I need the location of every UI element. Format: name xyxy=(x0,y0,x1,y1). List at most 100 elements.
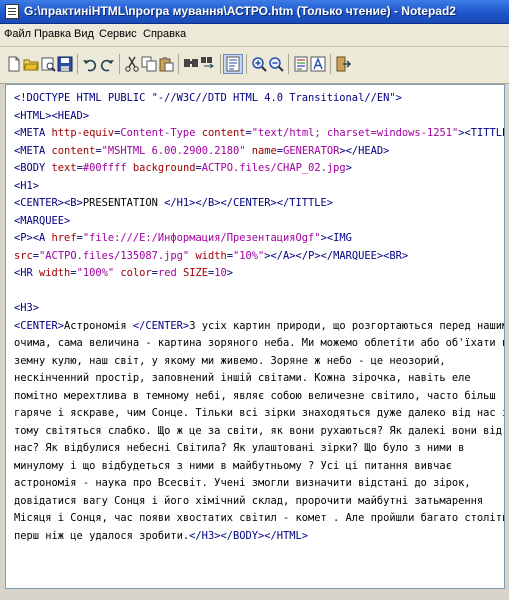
menu-tools[interactable]: Сервис xyxy=(99,28,137,40)
code-token: </CENTER> xyxy=(132,319,190,332)
code-token: width xyxy=(39,267,71,279)
code-token: ><TITTLE> xyxy=(458,127,504,139)
code-line: src="АСТРО.files/135087.jpg" width="10%"… xyxy=(14,248,504,266)
word-wrap-icon[interactable] xyxy=(223,54,243,74)
font-icon[interactable] xyxy=(310,56,326,72)
code-line: <HTML><HEAD> xyxy=(14,108,504,126)
code-token: <BODY xyxy=(14,162,52,174)
code-line: гаряче і яскраве, чим Сонце. Тільки всі … xyxy=(14,405,504,423)
code-token: З усіх картин природи, що розгортаються … xyxy=(189,319,505,332)
code-token: SIZE xyxy=(182,267,209,279)
code-line: <META http-equiv=Content-Type content="t… xyxy=(14,125,504,143)
code-token: "text/html; charset=windows-1251" xyxy=(251,127,459,139)
cut-icon[interactable] xyxy=(124,56,140,72)
code-token: тому світяться слабко. Що ж це за світи,… xyxy=(14,424,502,437)
title-bar: G:\практиніHTML\програ мування\АСТРО.htm… xyxy=(0,0,509,24)
menu-help[interactable]: Справка xyxy=(143,28,186,40)
code-token: <MARQUEE> xyxy=(14,214,71,227)
code-token: минулому і що відбудеться з ними в майбу… xyxy=(14,459,452,472)
scheme-icon[interactable] xyxy=(293,56,309,72)
code-token: астрономія - наука про Всесвіт. Учені зм… xyxy=(14,477,471,489)
code-line: <CENTER>Астрономія </CENTER>З усіх карти… xyxy=(14,318,504,336)
menu-file[interactable]: Файл xyxy=(4,28,31,40)
code-token: background xyxy=(132,162,196,174)
code-token: #00ffff xyxy=(82,162,127,174)
code-token: "100%" xyxy=(76,267,115,279)
code-token: content xyxy=(51,144,96,157)
open-icon[interactable] xyxy=(23,56,39,72)
code-token: "file:///E:/Информация/ПрезентацияOgf" xyxy=(82,232,321,244)
source-code: <!DOCTYPE HTML PUBLIC "-//W3C//DTD HTML … xyxy=(14,90,504,545)
redo-icon[interactable] xyxy=(99,56,115,72)
code-token: width xyxy=(195,249,227,262)
find-icon[interactable] xyxy=(183,56,199,72)
code-token: <HTML><HEAD> xyxy=(14,109,90,122)
copy-icon[interactable] xyxy=(141,56,157,72)
code-token: Місяця і Сонця, час появи хвостатих світ… xyxy=(14,512,505,524)
code-token: PRESENTATION xyxy=(82,197,165,209)
undo-icon[interactable] xyxy=(82,56,98,72)
code-line: нескінченний простір, заповнений іншій с… xyxy=(14,370,504,388)
code-token: src xyxy=(14,249,33,262)
code-token: <CENTER> xyxy=(14,319,65,332)
new-icon[interactable] xyxy=(6,56,22,72)
code-line: <!DOCTYPE HTML PUBLIC "-//W3C//DTD HTML … xyxy=(14,90,504,108)
menu-view[interactable]: Вид xyxy=(74,28,94,40)
code-token: "MSHTML 6.00.2900.2180" xyxy=(101,144,246,157)
code-line: земну кулю, наш світ, у якому ми живемо.… xyxy=(14,353,504,371)
code-line: <P><A href="file:///E:/Информация/Презен… xyxy=(14,230,504,248)
code-line: <HR width="100%" color=red SIZE=10> xyxy=(14,265,504,283)
editor-text-area[interactable]: <!DOCTYPE HTML PUBLIC "-//W3C//DTD HTML … xyxy=(5,84,505,589)
code-line: Місяця і Сонця, час появи хвостатих світ… xyxy=(14,510,504,528)
code-token: ></HEAD> xyxy=(339,144,390,157)
code-token: очима, сама величина - картина зоряного … xyxy=(14,337,505,349)
code-token: <CENTER><B> xyxy=(14,197,83,209)
zoom-out-icon[interactable] xyxy=(268,56,284,72)
browse-icon[interactable] xyxy=(40,56,56,72)
code-token: 10 xyxy=(214,267,227,279)
code-token: ><IMG xyxy=(320,232,352,244)
code-line: тому світяться слабко. Що ж це за світи,… xyxy=(14,423,504,441)
code-token: <H3> xyxy=(14,302,40,314)
code-line: <META content="MSHTML 6.00.2900.2180" na… xyxy=(14,143,504,161)
code-token: </H3></BODY></HTML> xyxy=(189,529,309,542)
menu-bar: Файл Правка Вид Сервис Справка xyxy=(0,24,509,47)
code-line: астрономія - наука про Всесвіт. Учені зм… xyxy=(14,475,504,493)
code-token: помітно мерехтлива в темному небі, являє… xyxy=(14,389,496,402)
notepad-app-icon[interactable] xyxy=(5,4,19,19)
code-line: довідатися вагу Сонця і його хімічний ск… xyxy=(14,493,504,511)
code-line: <H3> xyxy=(14,300,504,318)
replace-icon[interactable] xyxy=(200,56,216,72)
code-token: АСТРО.files/CHAP_02.jpg xyxy=(201,162,346,174)
code-token: ></A></P></MARQUEE><BR> xyxy=(264,249,409,262)
code-line: очима, сама величина - картина зоряного … xyxy=(14,335,504,353)
code-token: земну кулю, наш світ, у якому ми живемо.… xyxy=(14,354,446,367)
code-token: text xyxy=(51,162,77,174)
code-token: нас? Як відбулися небесні Світила? Як ул… xyxy=(14,442,465,454)
code-line: <H1> xyxy=(14,178,504,196)
code-token: довідатися вагу Сонця і його хімічний ск… xyxy=(14,494,484,507)
code-token: red xyxy=(157,267,177,279)
toolbar xyxy=(0,47,509,84)
exit-icon[interactable] xyxy=(335,56,352,72)
code-token: Астрономія xyxy=(64,319,133,332)
code-token: <HR xyxy=(14,267,40,279)
code-token: > xyxy=(226,267,234,279)
code-token: "10%" xyxy=(233,249,265,262)
window-title: G:\практиніHTML\програ мування\АСТРО.htm… xyxy=(24,4,456,18)
code-token: гаряче і яскраве, чим Сонце. Тільки всі … xyxy=(14,407,505,419)
code-token: Content-Type xyxy=(120,127,196,139)
paste-icon[interactable] xyxy=(158,56,174,72)
code-line: <CENTER><B>PRESENTATION </H1></B></CENTE… xyxy=(14,195,504,213)
save-icon[interactable] xyxy=(57,56,73,72)
code-token: <META xyxy=(14,144,52,157)
code-token: <!DOCTYPE HTML PUBLIC "-//W3C//DTD HTML … xyxy=(14,92,402,104)
code-line: <MARQUEE> xyxy=(14,213,504,231)
menu-edit[interactable]: Правка xyxy=(34,28,71,40)
zoom-in-icon[interactable] xyxy=(251,56,267,72)
code-line: помітно мерехтлива в темному небі, являє… xyxy=(14,388,504,406)
code-token: content xyxy=(201,127,246,139)
code-line: <BODY text=#00ffff background=АСТРО.file… xyxy=(14,160,504,178)
code-token: перш ніж це удалося зробити. xyxy=(14,529,190,542)
code-token: http-equiv xyxy=(51,127,115,139)
